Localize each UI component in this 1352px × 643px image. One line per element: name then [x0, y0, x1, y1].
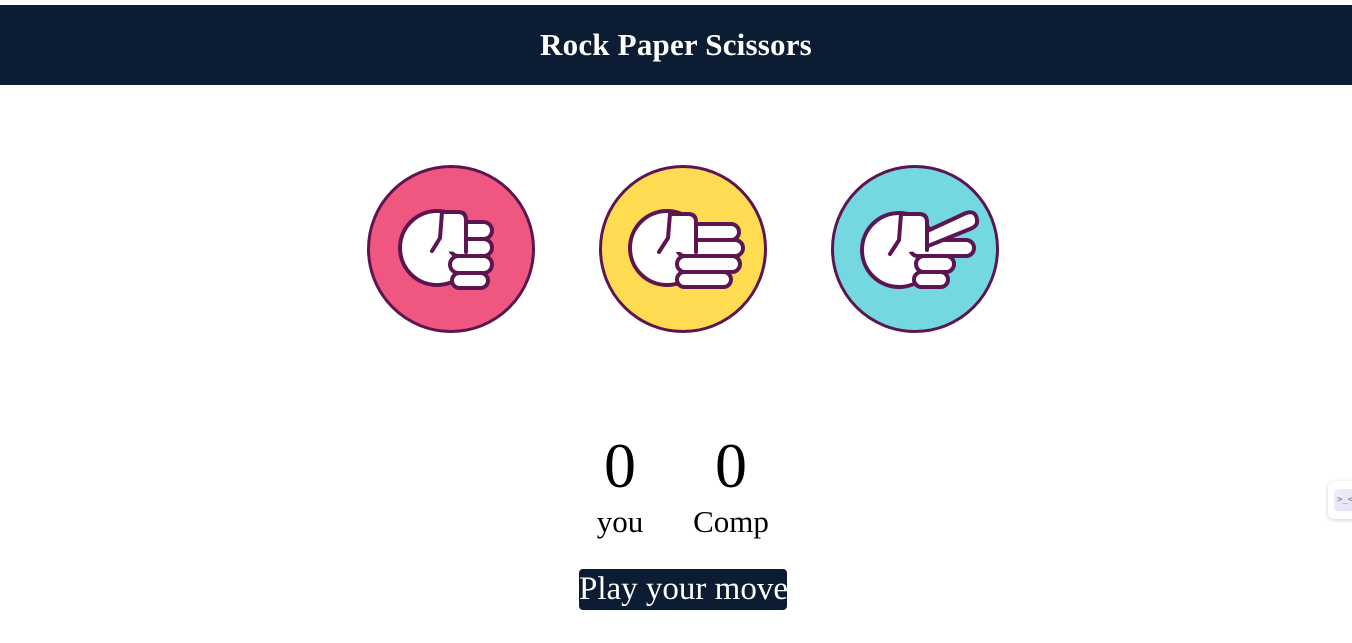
extension-icon: >_<	[1334, 489, 1352, 511]
paper-choice-button[interactable]	[599, 165, 767, 333]
choices-container	[367, 165, 1000, 333]
page-header: Rock Paper Scissors	[0, 5, 1352, 85]
comp-score-value: 0	[715, 430, 747, 501]
scissors-choice-button[interactable]	[831, 165, 999, 333]
rock-fist-icon	[398, 209, 494, 290]
page-title: Rock Paper Scissors	[540, 27, 812, 62]
comp-score: 0 Comp	[676, 430, 786, 540]
user-score-label: you	[596, 504, 644, 539]
user-score-value: 0	[604, 430, 636, 501]
scissors-hand-icon	[860, 210, 980, 289]
paper-hand-icon	[628, 209, 745, 289]
extension-widget[interactable]: >_<	[1328, 481, 1352, 519]
rock-choice-button[interactable]	[367, 165, 535, 333]
user-score: 0 you	[565, 430, 675, 540]
comp-score-label: Comp	[693, 504, 769, 539]
message-button[interactable]: Play your move	[579, 569, 788, 610]
